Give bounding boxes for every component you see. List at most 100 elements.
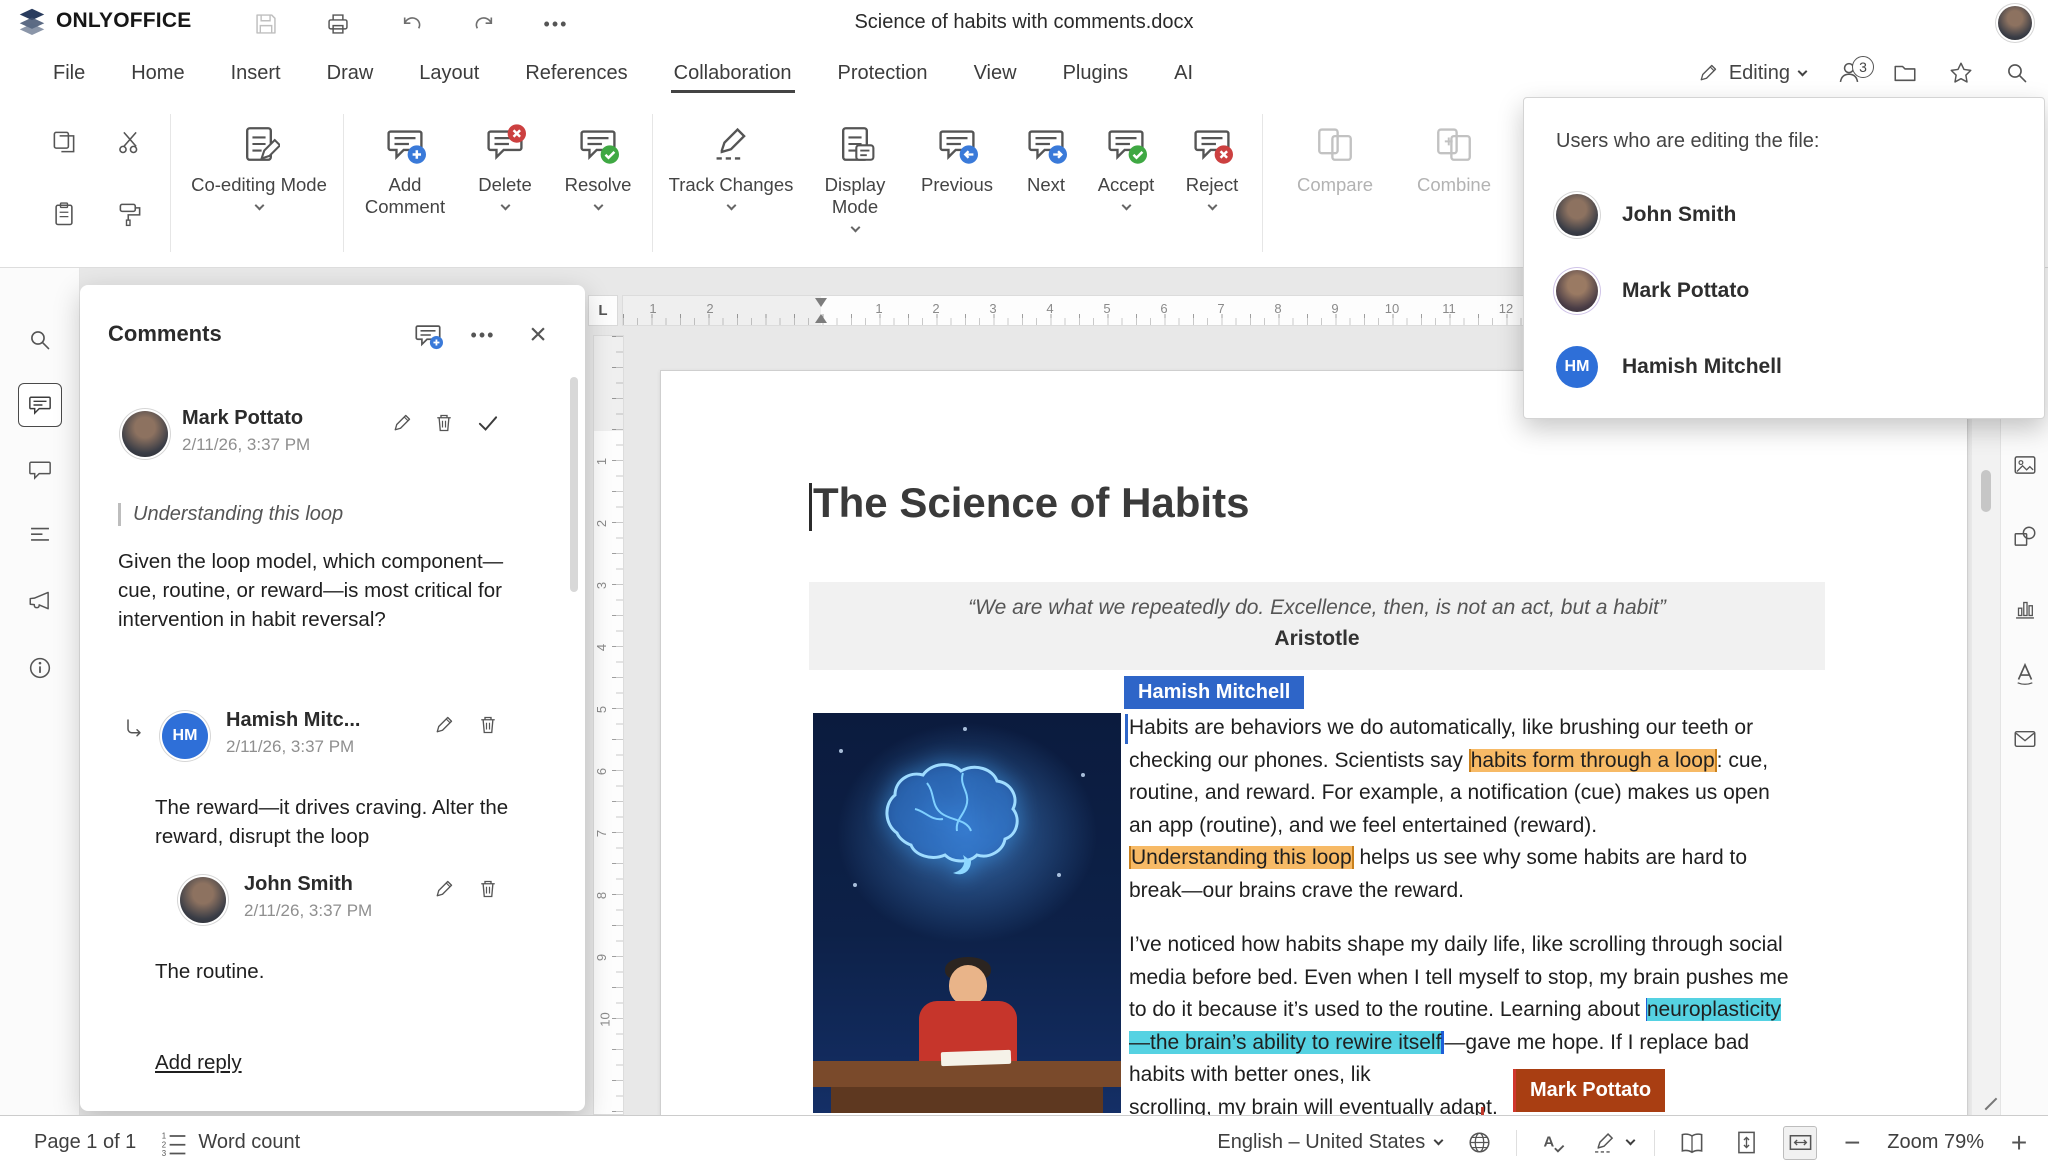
- spell-check-icon: A: [1540, 1129, 1568, 1157]
- reply-delete-button[interactable]: [472, 709, 504, 741]
- track-changes-button[interactable]: Track Changes: [660, 112, 802, 260]
- quote-block: “We are what we repeatedly do. Excellenc…: [809, 582, 1825, 670]
- set-language-button[interactable]: [1462, 1126, 1496, 1160]
- tab-collaboration[interactable]: Collaboration: [651, 46, 815, 100]
- reject-change-button[interactable]: Reject: [1170, 112, 1254, 260]
- cut-button[interactable]: [112, 124, 148, 160]
- sidebar-about-button[interactable]: [18, 646, 62, 690]
- svg-text:1: 1: [162, 1131, 166, 1140]
- textart-settings-button[interactable]: [2008, 656, 2042, 690]
- add-comment-button[interactable]: Add Comment: [352, 112, 458, 260]
- tab-plugins[interactable]: Plugins: [1040, 46, 1152, 100]
- comments-more-button[interactable]: •••: [465, 317, 501, 353]
- ruler-number: 8: [594, 892, 609, 899]
- save-button[interactable]: [250, 8, 282, 40]
- word-count-button[interactable]: 1 2 3 Word count: [160, 1129, 300, 1157]
- tab-layout[interactable]: Layout: [396, 46, 502, 100]
- fit-page-button[interactable]: [1729, 1126, 1763, 1160]
- svg-text:3: 3: [162, 1149, 167, 1157]
- coeditor-caret-mark: [1481, 1107, 1484, 1115]
- open-file-location-button[interactable]: [1892, 60, 1918, 86]
- chevron-down-icon: [726, 201, 736, 211]
- chevron-down-icon: [1798, 66, 1808, 76]
- document-page[interactable]: The Science of Habits “We are what we re…: [660, 370, 1968, 1115]
- next-change-button[interactable]: Next: [1010, 112, 1082, 260]
- format-painter-button[interactable]: [112, 196, 148, 232]
- chevron-down-icon: [254, 201, 264, 211]
- display-mode-icon: [834, 123, 876, 165]
- ruler-number: 10: [598, 1012, 613, 1026]
- reply-edit-button[interactable]: [428, 709, 460, 741]
- document-body-text[interactable]: Habits are behaviors we do automatically…: [1129, 712, 1789, 1115]
- sidebar-chat-button[interactable]: [18, 448, 62, 492]
- svg-text:2: 2: [162, 1140, 166, 1149]
- image-settings-button[interactable]: [2008, 448, 2042, 482]
- sidebar-comments-button[interactable]: [18, 383, 62, 427]
- add-reply-link[interactable]: Add reply: [155, 1051, 242, 1075]
- paragraph-1[interactable]: Habits are behaviors we do automatically…: [1129, 712, 1789, 907]
- app-logo: ONLYOFFICE: [18, 7, 191, 35]
- tab-home[interactable]: Home: [108, 46, 207, 100]
- copy-button[interactable]: [46, 124, 82, 160]
- language-selector[interactable]: English – United States: [1217, 1131, 1442, 1154]
- tab-file[interactable]: File: [30, 46, 108, 100]
- reply-edit-button[interactable]: [428, 873, 460, 905]
- coediting-users-button[interactable]: 3: [1836, 60, 1862, 86]
- sidebar-feedback-button[interactable]: [18, 579, 62, 623]
- comment-resolve-button[interactable]: [472, 407, 504, 439]
- shape-settings-button[interactable]: [2008, 520, 2042, 554]
- previous-change-button[interactable]: Previous: [907, 112, 1007, 260]
- comment-author-name: Mark Pottato: [182, 407, 303, 430]
- scroll-down-arrow[interactable]: [1975, 1088, 1998, 1111]
- search-button[interactable]: [2004, 60, 2030, 86]
- comment-edit-button[interactable]: [386, 407, 418, 439]
- chevron-down-icon: [1626, 1136, 1636, 1146]
- accept-change-button[interactable]: Accept: [1085, 112, 1167, 260]
- reader-mode-button[interactable]: [1675, 1126, 1709, 1160]
- zoom-in-button[interactable]: +: [2004, 1129, 2034, 1157]
- comment-delete-button[interactable]: [428, 407, 460, 439]
- editing-mode-label: Editing: [1729, 62, 1790, 85]
- left-indent-marker[interactable]: [815, 314, 827, 323]
- comments-scrollbar-thumb[interactable]: [570, 377, 578, 592]
- scrollbar-thumb[interactable]: [1981, 470, 1991, 512]
- fit-width-button[interactable]: [1783, 1126, 1817, 1160]
- sidebar-search-button[interactable]: [18, 318, 62, 362]
- comment-highlight-orange[interactable]: Understanding this loop: [1129, 846, 1354, 869]
- tab-stop-selector[interactable]: L: [588, 295, 618, 326]
- chart-settings-button[interactable]: [2008, 592, 2042, 626]
- favorite-button[interactable]: [1948, 60, 1974, 86]
- first-line-indent-marker[interactable]: [815, 298, 827, 307]
- comment-date: 2/11/26, 3:37 PM: [182, 435, 310, 455]
- tab-draw[interactable]: Draw: [304, 46, 397, 100]
- paragraph-2[interactable]: I’ve noticed how habits shape my daily l…: [1129, 929, 1789, 1115]
- display-mode-button[interactable]: Display Mode: [805, 112, 905, 260]
- user-avatar[interactable]: [1998, 6, 2032, 40]
- mailmerge-settings-button[interactable]: [2008, 722, 2042, 756]
- ruler-number: 5: [1103, 301, 1110, 316]
- fit-width-icon: [1787, 1129, 1814, 1156]
- book-icon: [1678, 1129, 1706, 1157]
- coediting-mode-button[interactable]: Co-editing Mode: [183, 112, 335, 260]
- tab-ai[interactable]: AI: [1151, 46, 1216, 100]
- reply-delete-button[interactable]: [472, 873, 504, 905]
- tab-insert[interactable]: Insert: [208, 46, 304, 100]
- spell-check-button[interactable]: A: [1537, 1126, 1571, 1160]
- document-image-brain-illustration[interactable]: [813, 713, 1121, 1113]
- paste-button[interactable]: [46, 196, 82, 232]
- resolve-comment-button[interactable]: Resolve: [551, 112, 645, 260]
- reply-text: The reward—it drives craving. Alter the …: [155, 793, 545, 851]
- add-comment-to-document-button[interactable]: [410, 317, 446, 353]
- delete-comment-button[interactable]: Delete: [462, 112, 548, 260]
- editing-mode-selector[interactable]: Editing: [1696, 61, 1806, 85]
- tab-view[interactable]: View: [951, 46, 1040, 100]
- editing-user-row: John Smith: [1556, 194, 1736, 236]
- comments-close-button[interactable]: ×: [520, 317, 556, 353]
- zoom-out-button[interactable]: −: [1837, 1129, 1867, 1157]
- tab-references[interactable]: References: [502, 46, 650, 100]
- track-changes-toggle[interactable]: [1591, 1130, 1634, 1156]
- tab-protection[interactable]: Protection: [815, 46, 951, 100]
- comment-highlight-orange[interactable]: habits form through a loop: [1469, 749, 1717, 772]
- ruler-number: 9: [1331, 301, 1338, 316]
- sidebar-navigation-button[interactable]: [18, 513, 62, 557]
